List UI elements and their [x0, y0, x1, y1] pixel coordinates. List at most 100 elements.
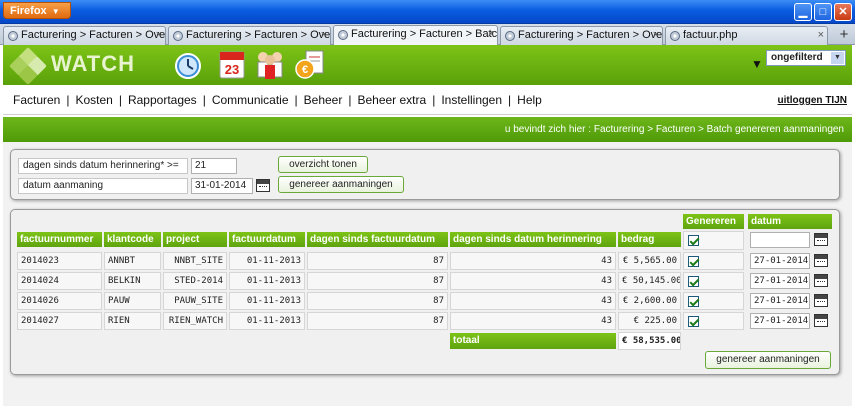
cell-dagen-herinnering: 43: [450, 312, 616, 330]
breadcrumb-bar: u bevindt zich hier : Facturering > Fact…: [3, 117, 852, 142]
row-date-input[interactable]: 27-01-2014: [750, 273, 810, 289]
cell-klantcode: PAUW: [104, 292, 161, 310]
menu-item-instellingen[interactable]: Instellingen: [441, 93, 502, 107]
bulk-date-cell: [748, 231, 832, 250]
content-area: dagen sinds datum herinnering* >= 21 ove…: [3, 142, 852, 406]
menu-item-beheer-extra[interactable]: Beheer extra: [357, 93, 426, 107]
cell-datum: 27-01-2014: [748, 292, 832, 310]
tab-close-icon[interactable]: ×: [818, 27, 824, 44]
cell-bedrag: € 2,600.00: [618, 292, 681, 310]
menu-separator: |: [294, 93, 298, 107]
menu-separator: |: [348, 93, 352, 107]
browser-tab[interactable]: Facturering > Facturen > Overz... ×: [168, 26, 331, 45]
bulk-date-input[interactable]: [750, 232, 810, 248]
main-menu: Facturen | Kosten | Rapportages | Communicatie…: [3, 85, 852, 115]
cell-factuurdatum: 01-11-2013: [229, 292, 305, 310]
filter-panel: dagen sinds datum herinnering* >= 21 ove…: [10, 149, 840, 200]
users-icon[interactable]: [253, 47, 287, 81]
menu-item-beheer[interactable]: Beheer: [304, 93, 343, 107]
filter-icon: ▼: [751, 57, 763, 71]
column-header-klantcode: klantcode: [104, 232, 161, 247]
browser-tab-active[interactable]: Facturering > Facturen > Batch ... ×: [333, 25, 498, 46]
cell-genereren: [683, 292, 744, 310]
cell-dagen-factuurdatum: 87: [307, 292, 448, 310]
row-date-input[interactable]: 27-01-2014: [750, 293, 810, 309]
window-titlebar: Firefox ▼ ▁ □ ✕: [0, 0, 855, 24]
row-date-input[interactable]: 27-01-2014: [750, 313, 810, 329]
generate-checkbox[interactable]: [688, 276, 699, 287]
new-tab-button[interactable]: +: [833, 26, 855, 45]
tab-label: Facturering > Facturen > Batch ...: [351, 28, 498, 40]
menu-items: Facturen | Kosten | Rapportages | Communicatie…: [13, 93, 542, 107]
watch-logo-icon: [9, 47, 47, 85]
tab-strip: Facturering > Facturen > Overz... × Fact…: [0, 24, 855, 46]
cell-genereren: [683, 272, 744, 290]
browser-tab[interactable]: Facturering > Facturen > Overz... ×: [3, 26, 166, 45]
menu-item-kosten[interactable]: Kosten: [75, 93, 112, 107]
chevron-down-icon[interactable]: ▼: [831, 52, 844, 64]
calendar-day: 23: [225, 62, 239, 77]
generate-checkbox[interactable]: [688, 316, 699, 327]
tab-close-icon[interactable]: ×: [321, 27, 327, 44]
generate-checkbox[interactable]: [688, 296, 699, 307]
firefox-menu-button[interactable]: Firefox ▼: [3, 2, 71, 19]
cell-factuurnummer: 2014026: [17, 292, 102, 310]
calendar-picker-icon[interactable]: [814, 233, 828, 246]
menu-separator: |: [508, 93, 512, 107]
tab-label: Facturering > Facturen > Overz...: [518, 29, 663, 41]
firefox-menu-label: Firefox: [10, 5, 47, 17]
days-input[interactable]: 21: [191, 158, 237, 174]
calendar-picker-icon[interactable]: [256, 179, 270, 192]
minimize-button[interactable]: ▁: [794, 3, 812, 21]
tab-close-icon[interactable]: ×: [653, 27, 659, 44]
total-label: totaal: [450, 333, 616, 349]
cell-dagen-herinnering: 43: [450, 252, 616, 270]
calendar-icon[interactable]: 23: [215, 47, 249, 81]
generate-reminders-button[interactable]: genereer aanmaningen: [705, 351, 831, 369]
cell-klantcode: RIEN: [104, 312, 161, 330]
calendar-picker-icon[interactable]: [814, 254, 828, 267]
euro-invoice-icon[interactable]: €: [293, 47, 327, 81]
generate-reminders-button-top[interactable]: genereer aanmaningen: [278, 176, 404, 193]
menu-item-rapportages[interactable]: Rapportages: [128, 93, 197, 107]
calendar-picker-icon[interactable]: [814, 314, 828, 327]
browser-tab[interactable]: factuur.php ×: [665, 26, 828, 45]
filter-value: ongefilterd: [771, 52, 823, 63]
clock-icon[interactable]: [171, 47, 205, 81]
menu-item-facturen[interactable]: Facturen: [13, 93, 60, 107]
reminder-date-input[interactable]: 31-01-2014: [191, 178, 253, 194]
brand-name: WATCH: [51, 51, 136, 76]
cell-dagen-factuurdatum: 87: [307, 312, 448, 330]
cell-datum: 27-01-2014: [748, 252, 832, 270]
filter-select[interactable]: ongefilterd ▼: [766, 50, 846, 66]
cell-factuurdatum: 01-11-2013: [229, 272, 305, 290]
tab-close-icon[interactable]: ×: [156, 27, 162, 44]
maximize-button[interactable]: □: [814, 3, 832, 21]
menu-separator: |: [202, 93, 206, 107]
row-date-input[interactable]: 27-01-2014: [750, 253, 810, 269]
total-value: € 58,535.00: [618, 332, 681, 350]
cell-genereren: [683, 312, 744, 330]
tab-close-icon[interactable]: ×: [488, 26, 494, 43]
menu-item-communicatie[interactable]: Communicatie: [212, 93, 289, 107]
calendar-picker-icon[interactable]: [814, 294, 828, 307]
calendar-picker-icon[interactable]: [814, 274, 828, 287]
cell-dagen-herinnering: 43: [450, 292, 616, 310]
select-all-checkbox[interactable]: [688, 235, 699, 246]
column-header-factuurnummer: factuurnummer: [17, 232, 102, 247]
page-favicon-icon: [173, 31, 183, 41]
page-favicon-icon: [505, 31, 515, 41]
column-header-dagen-factuurdatum: dagen sinds factuurdatum: [307, 232, 448, 247]
breadcrumb: u bevindt zich hier : Facturering > Fact…: [504, 124, 844, 135]
menu-item-help[interactable]: Help: [517, 93, 542, 107]
generate-checkbox[interactable]: [688, 256, 699, 267]
tab-label: factuur.php: [683, 29, 738, 41]
close-window-button[interactable]: ✕: [834, 3, 852, 21]
cell-project: STED-2014: [163, 272, 227, 290]
browser-tab[interactable]: Facturering > Facturen > Overz... ×: [500, 26, 663, 45]
tab-label: Facturering > Facturen > Overz...: [21, 29, 166, 41]
days-label: dagen sinds datum herinnering* >=: [18, 158, 188, 174]
logout-link[interactable]: uitloggen TIJN: [778, 95, 847, 106]
show-overview-button[interactable]: overzicht tonen: [278, 156, 368, 173]
cell-bedrag: € 225.00: [618, 312, 681, 330]
